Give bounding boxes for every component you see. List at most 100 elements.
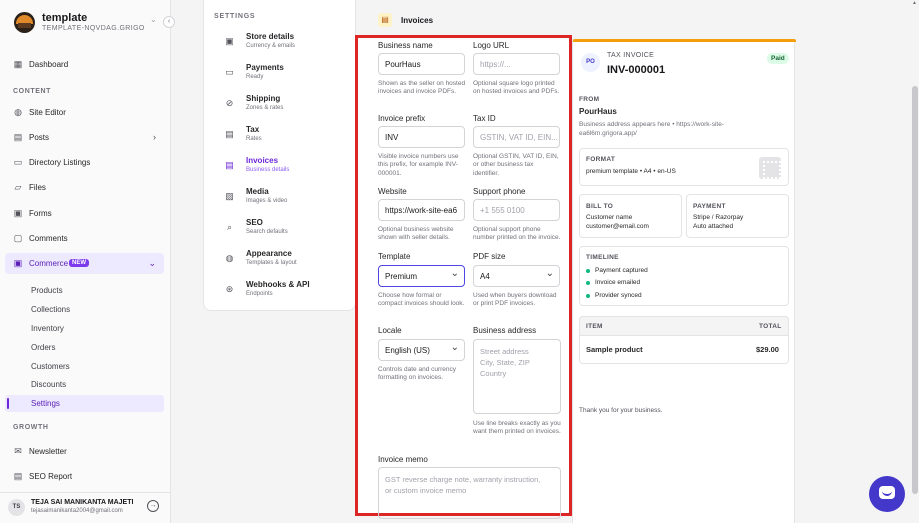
workspace-logo xyxy=(14,12,35,33)
sidebar-item-label: Dashboard xyxy=(29,60,69,69)
business-address-textarea[interactable]: Street address City, State, ZIP Country xyxy=(473,339,561,414)
payment-provider: Stripe / Razorpay xyxy=(693,214,744,221)
invoice-number: INV-000001 xyxy=(607,64,666,76)
timeline-dot xyxy=(586,281,590,285)
qr-code-icon xyxy=(759,157,781,179)
chevron-down-icon: ⌄ xyxy=(148,258,156,268)
placeholder-line: Country xyxy=(480,369,507,378)
settings-item-webhooks[interactable]: ⊛ Webhooks & API Endpoints xyxy=(212,278,350,304)
invoice-memo-textarea[interactable]: GST reverse charge note, warranty instru… xyxy=(378,467,561,519)
business-name-input[interactable]: PourHaus xyxy=(378,53,465,75)
sidebar-item-seo-report[interactable]: ▤ SEO Report xyxy=(5,466,164,487)
website-input[interactable]: https://work-site-ea6 xyxy=(378,199,465,221)
settings-item-title: Tax xyxy=(246,125,260,134)
logout-icon[interactable]: → xyxy=(147,500,159,512)
sidebar-item-commerce[interactable]: ▣ Commerce NEW ⌄ xyxy=(5,253,164,274)
page-scrollbar[interactable]: ▲ xyxy=(911,0,919,523)
sidebar-item-posts[interactable]: ▤ Posts › xyxy=(5,127,164,148)
pdf-size-label: PDF size xyxy=(473,252,506,261)
timeline-item: Payment captured xyxy=(595,267,648,274)
sidebar-item-label: Site Editor xyxy=(29,108,66,117)
sidebar-subitem-label: Products xyxy=(31,286,63,295)
settings-item-title: SEO xyxy=(246,218,263,227)
sidebar-subitem-label: Orders xyxy=(31,343,56,352)
sidebar-subitem-inventory[interactable]: Inventory xyxy=(5,320,164,337)
settings-item-appearance[interactable]: ◍ Appearance Templates & layout xyxy=(212,247,350,273)
palette-icon: ◍ xyxy=(14,107,22,117)
business-name-label: Business name xyxy=(378,41,433,50)
sidebar-item-dashboard[interactable]: ▦ Dashboard xyxy=(5,54,164,75)
document-type: TAX INVOICE xyxy=(607,52,655,59)
template-select[interactable]: Premium xyxy=(378,265,465,287)
locale-label: Locale xyxy=(378,326,402,335)
sidebar-subitem-label: Collections xyxy=(31,305,71,314)
chat-support-button[interactable] xyxy=(869,476,905,512)
settings-item-desc: Search defaults xyxy=(246,229,288,235)
dashboard-icon: ▦ xyxy=(13,59,23,69)
sidebar-item-directory[interactable]: ▭ Directory Listings xyxy=(5,152,164,173)
settings-item-store-details[interactable]: ▣ Store details Currency & emails xyxy=(212,30,350,56)
tax-id-input[interactable]: GSTIN, VAT ID, EIN... xyxy=(473,126,560,148)
app-root: template TEMPLATE-NQVDAG.GRIGOR... ⌄ ▦ D… xyxy=(0,0,919,523)
sidebar-subitem-settings[interactable]: Settings xyxy=(5,395,164,412)
shopping-bag-icon: ▣ xyxy=(13,258,23,268)
settings-item-invoices[interactable]: ▤ Invoices Business details xyxy=(212,154,350,180)
settings-item-title: Appearance xyxy=(246,249,292,258)
scroll-up-icon[interactable]: ▲ xyxy=(912,0,917,6)
sidebar-item-files[interactable]: ▱ Files xyxy=(5,177,164,198)
chevron-right-icon: › xyxy=(153,132,156,142)
invoice-icon: ▤ xyxy=(378,13,392,27)
placeholder-line: GST reverse charge note, warranty instru… xyxy=(385,475,541,484)
format-value: premium template • A4 • en-US xyxy=(586,168,676,175)
sidebar-item-site-editor[interactable]: ◍ Site Editor xyxy=(5,102,164,123)
sidebar-subitem-label: Discounts xyxy=(31,380,67,389)
support-phone-help: Optional support phone number printed on… xyxy=(473,226,561,242)
sidebar-subitem-orders[interactable]: Orders xyxy=(5,339,164,356)
collapse-sidebar-button[interactable]: ‹ xyxy=(163,16,175,28)
sidebar-item-newsletter[interactable]: ✉ Newsletter xyxy=(5,441,164,462)
settings-item-title: Shipping xyxy=(246,94,281,103)
template-label: Template xyxy=(378,252,411,261)
logo-url-label: Logo URL xyxy=(473,41,510,50)
sidebar-item-comments[interactable]: ▢ Comments xyxy=(5,228,164,249)
pdf-size-select[interactable]: A4 xyxy=(473,265,560,287)
sidebar-subitem-label: Inventory xyxy=(31,324,64,333)
page-title: Invoices xyxy=(401,16,434,25)
scrollbar-thumb[interactable] xyxy=(912,86,918,494)
settings-item-shipping[interactable]: ⊘ Shipping Zones & rates xyxy=(212,92,350,118)
payment-note: Auto attached xyxy=(693,223,734,230)
user-profile[interactable]: TS TEJA SAI MANIKANTA MAJETI tejasaimani… xyxy=(0,492,171,523)
settings-item-tax[interactable]: ▤ Tax Rates xyxy=(212,123,350,149)
section-label-content: CONTENT xyxy=(13,88,52,95)
business-address-label: Business address xyxy=(473,326,537,335)
sidebar-subitem-collections[interactable]: Collections xyxy=(5,301,164,318)
sidebar-item-label: Commerce xyxy=(29,259,69,268)
support-phone-input[interactable]: +1 555 0100 xyxy=(473,199,560,221)
total-column-header: TOTAL xyxy=(759,323,782,330)
support-phone-label: Support phone xyxy=(473,187,526,196)
bill-to-label: BILL TO xyxy=(586,203,614,210)
sidebar-item-forms[interactable]: ▣ Forms xyxy=(5,203,164,224)
items-table-header xyxy=(579,316,789,336)
sidebar-subitem-products[interactable]: Products xyxy=(5,282,164,299)
settings-item-desc: Currency & emails xyxy=(246,43,296,49)
sidebar-subitem-discounts[interactable]: Discounts xyxy=(5,376,164,393)
logo-url-input[interactable]: https://... xyxy=(473,53,560,75)
sidebar-subitem-customers[interactable]: Customers xyxy=(5,358,164,375)
settings-item-desc: Templates & layout xyxy=(246,260,297,266)
new-badge: NEW xyxy=(69,259,89,267)
settings-item-media[interactable]: ▨ Media Images & video xyxy=(212,185,350,211)
settings-item-desc: Business details xyxy=(246,167,290,173)
mail-icon: ✉ xyxy=(14,446,22,456)
from-label: FROM xyxy=(579,96,600,103)
settings-item-payments[interactable]: ▭ Payments Ready xyxy=(212,61,350,87)
palette-icon: ◍ xyxy=(225,253,234,263)
settings-item-seo[interactable]: ⌕ SEO Search defaults xyxy=(212,216,350,242)
locale-select[interactable]: English (US) xyxy=(378,339,465,361)
webhook-icon: ⊛ xyxy=(225,284,234,294)
sidebar-item-label: Newsletter xyxy=(29,447,67,456)
locale-help: Controls date and currency formatting on… xyxy=(378,366,457,382)
invoice-prefix-label: Invoice prefix xyxy=(378,114,426,123)
workspace-switcher[interactable]: template TEMPLATE-NQVDAG.GRIGOR... ⌄ xyxy=(14,11,164,37)
invoice-prefix-input[interactable]: INV xyxy=(378,126,465,148)
